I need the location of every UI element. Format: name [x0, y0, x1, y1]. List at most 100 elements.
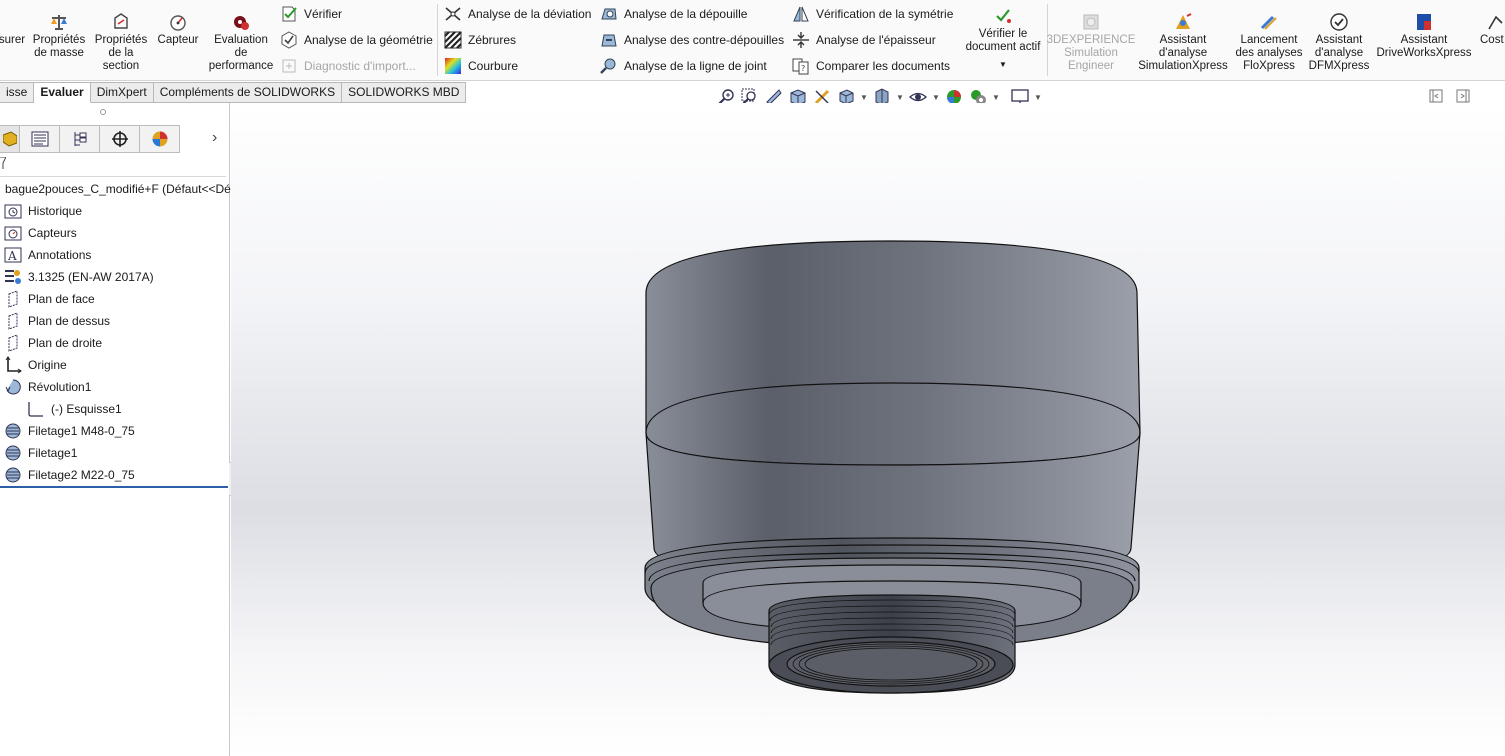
- verify-label: Vérifier: [304, 7, 343, 21]
- curvature-label: Courbure: [468, 59, 519, 73]
- simulation-engineer-icon: [1083, 14, 1099, 30]
- tree-item-material[interactable]: 3.1325 (EN-AW 2017A): [4, 267, 154, 287]
- geometry-check-icon: [281, 31, 297, 49]
- compare-documents-label: Comparer les documents: [816, 59, 951, 73]
- floxpress-icon: [1260, 15, 1277, 30]
- expand-panel-icon[interactable]: [1455, 88, 1471, 104]
- thread-icon: [5, 423, 21, 439]
- tree-item-front-plane[interactable]: Plan de face: [4, 289, 95, 309]
- tree-item-top-plane[interactable]: Plan de dessus: [4, 311, 110, 331]
- plane-icon: [8, 290, 18, 308]
- svg-text:A: A: [7, 249, 17, 263]
- tab-display-manager[interactable]: [140, 125, 180, 153]
- costing-button[interactable]: Cost: [1480, 34, 1505, 47]
- verify-button[interactable]: Vérifier: [280, 3, 342, 25]
- curvature-button[interactable]: Courbure: [444, 55, 518, 77]
- dfmxpress-label: Assistant d'analyse DFMXpress: [1308, 34, 1370, 72]
- tree-item-annotations[interactable]: A Annotations: [4, 245, 91, 265]
- tab-feature-manager[interactable]: [0, 125, 20, 153]
- check-active-document-button[interactable]: Vérifier le document actif ▼: [960, 6, 1046, 71]
- parting-line-analysis-button[interactable]: Analyse de la ligne de joint: [600, 55, 767, 77]
- performance-evaluation-button[interactable]: Evaluation de performance: [206, 12, 276, 73]
- import-diagnostic-icon: [282, 59, 296, 73]
- zebra-stripes-label: Zébrures: [468, 33, 517, 47]
- floxpress-button[interactable]: Lancement des analyses FloXpress: [1234, 12, 1304, 73]
- parting-line-analysis-label: Analyse de la ligne de joint: [624, 59, 767, 73]
- driveworksxpress-button[interactable]: Assistant DriveWorksXpress: [1376, 12, 1472, 60]
- tree-item-label: Origine: [28, 358, 67, 372]
- import-diagnostics-button[interactable]: Diagnostic d'import...: [280, 55, 416, 77]
- mass-properties-label: Propriétés de masse: [32, 34, 86, 59]
- tab-solidworks-addins[interactable]: Compléments de SOLIDWORKS: [153, 82, 343, 103]
- dfmxpress-button[interactable]: Assistant d'analyse DFMXpress: [1306, 12, 1372, 73]
- tree-filter-bar[interactable]: [0, 154, 226, 177]
- section-icon: [114, 13, 128, 29]
- measure-button[interactable]: surer: [0, 34, 25, 47]
- crosshair-icon: [111, 131, 128, 147]
- sensor-button[interactable]: Capteur: [154, 12, 202, 47]
- symmetry-check-button[interactable]: Vérification de la symétrie: [792, 3, 953, 25]
- deviation-analysis-button[interactable]: Analyse de la déviation: [444, 3, 591, 25]
- tree-item-right-plane[interactable]: Plan de droite: [4, 333, 102, 353]
- ribbon-separator: [437, 4, 438, 76]
- more-tabs-chevron[interactable]: ›: [212, 129, 217, 147]
- manager-tabs: [0, 125, 180, 153]
- tree-item-label: Filetage1 M48-0_75: [28, 424, 135, 438]
- rollback-bar[interactable]: [0, 486, 228, 488]
- section-properties-button[interactable]: Propriétés de la section: [92, 12, 150, 73]
- thickness-analysis-button[interactable]: Analyse de l'épaisseur: [792, 29, 936, 51]
- check-document-icon: [996, 9, 1011, 23]
- sensor-label: Capteur: [157, 34, 199, 46]
- tab-dimxpert[interactable]: DimXpert: [90, 82, 154, 103]
- symmetry-check-label: Vérification de la symétrie: [816, 7, 954, 21]
- geometry-analysis-button[interactable]: Analyse de la géométrie: [280, 29, 433, 51]
- costing-icon: [1488, 15, 1503, 30]
- draft-icon: [601, 8, 617, 20]
- tree-item-thread-m48[interactable]: Filetage1 M48-0_75: [4, 421, 135, 441]
- origin-icon: [5, 356, 22, 374]
- tree-item-label: Annotations: [28, 248, 92, 262]
- draft-analysis-label: Analyse de la dépouille: [624, 7, 748, 21]
- performance-icon: [234, 16, 249, 30]
- panel-grip[interactable]: [100, 109, 106, 115]
- compare-icon: ?: [792, 58, 809, 75]
- tree-root-part[interactable]: bague2pouces_C_modifié+F (Défaut<<Dé: [5, 182, 231, 196]
- sketch-icon: [28, 402, 43, 417]
- tree-item-thread-m22[interactable]: Filetage2 M22-0_75: [4, 465, 135, 485]
- tree-item-label: Historique: [28, 204, 83, 218]
- check-dropdown-arrow[interactable]: ▼: [999, 58, 1007, 71]
- tab-configuration-manager[interactable]: [60, 125, 100, 153]
- undercut-analysis-button[interactable]: Analyse des contre-dépouilles: [600, 29, 784, 51]
- tab-evaluate[interactable]: Evaluer: [34, 82, 91, 103]
- import-diagnostics-label: Diagnostic d'import...: [304, 59, 416, 73]
- thickness-icon: [793, 32, 809, 48]
- tree-item-label: 3.1325 (EN-AW 2017A): [28, 270, 154, 284]
- tree-item-history[interactable]: Historique: [4, 201, 82, 221]
- thread-icon: [5, 467, 21, 483]
- graphics-area[interactable]: [231, 103, 1505, 756]
- simulationxpress-button[interactable]: Assistant d'analyse SimulationXpress: [1137, 12, 1229, 73]
- tab-dimxpert-manager[interactable]: [100, 125, 140, 153]
- tab-solidworks-mbd[interactable]: SOLIDWORKS MBD: [342, 82, 467, 103]
- tab-property-manager[interactable]: [20, 125, 60, 153]
- part-model[interactable]: [231, 103, 1505, 756]
- tree-item-sketch[interactable]: (-) Esquisse1: [27, 399, 122, 419]
- tree-item-thread1[interactable]: Filetage1: [4, 443, 77, 463]
- tree-item-label: (-) Esquisse1: [51, 402, 122, 416]
- tree-item-revolve[interactable]: Révolution1: [4, 377, 91, 397]
- performance-evaluation-label: Evaluation de performance: [208, 34, 274, 72]
- curvature-icon: [445, 58, 461, 74]
- tree-item-origin[interactable]: Origine: [4, 355, 67, 375]
- revolve-icon: [5, 379, 21, 395]
- restore-panel-icon[interactable]: [1428, 88, 1444, 104]
- tab-sketch-partial[interactable]: isse: [0, 82, 35, 103]
- tree-item-label: Capteurs: [28, 226, 77, 240]
- feature-manager-icon: [2, 131, 17, 147]
- mass-properties-button[interactable]: Propriétés de masse: [30, 12, 88, 60]
- zebra-stripes-button[interactable]: Zébrures: [444, 29, 516, 51]
- draft-analysis-button[interactable]: Analyse de la dépouille: [600, 3, 747, 25]
- compare-documents-button[interactable]: ? Comparer les documents: [792, 55, 950, 77]
- simulation-engineer-button[interactable]: 3DEXPERIENCE Simulation Engineer: [1047, 12, 1135, 73]
- tree-item-sensors[interactable]: Capteurs: [4, 223, 77, 243]
- plane-icon: [8, 312, 18, 330]
